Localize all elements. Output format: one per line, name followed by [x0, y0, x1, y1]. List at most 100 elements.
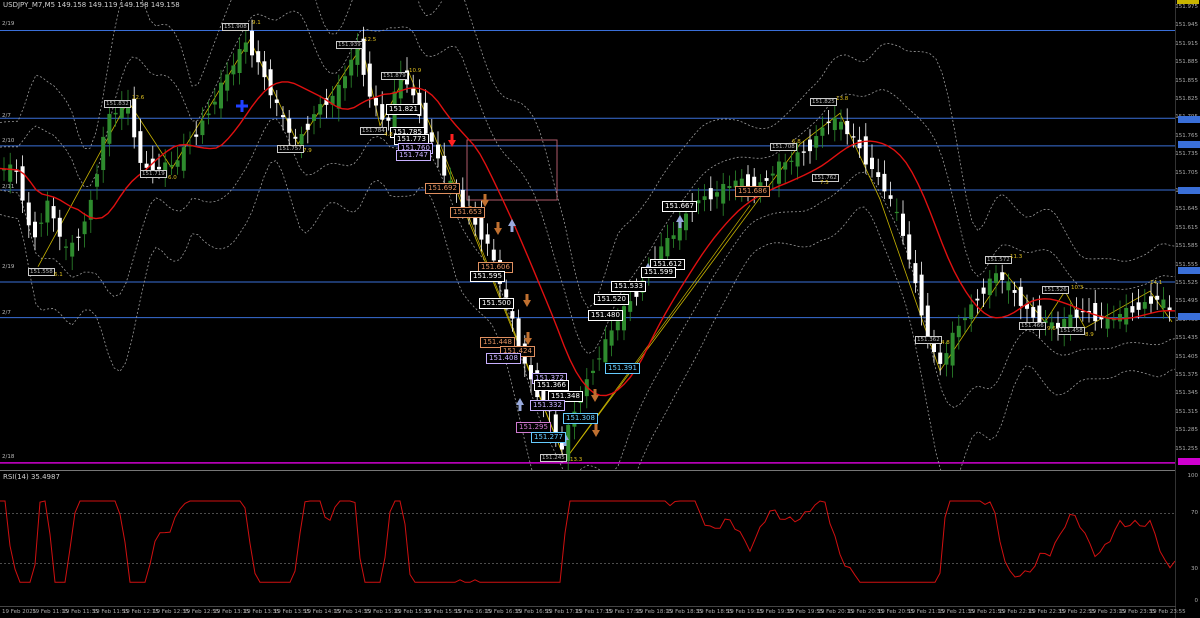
price-label: 151.667	[662, 201, 697, 212]
zigzag-label: 10.3	[1071, 285, 1084, 291]
price-label: 151.879	[381, 72, 408, 80]
candle-body	[671, 235, 676, 239]
price-tick-label: 151.885	[1175, 59, 1198, 66]
candle-body	[702, 196, 707, 200]
candle-body	[777, 161, 781, 184]
zigzag-label: 4.8	[941, 340, 950, 346]
candle-body	[938, 352, 943, 364]
price-label: 151.366	[534, 380, 569, 391]
candle-body	[510, 311, 515, 319]
price-tick-label: 151.375	[1175, 372, 1198, 378]
candle-body	[51, 206, 56, 219]
zigzag-label: 6.1	[54, 272, 63, 278]
price-label: 151.277	[531, 432, 566, 443]
candle-body	[597, 358, 602, 360]
candle-body	[256, 51, 261, 63]
candle-body	[1093, 303, 1098, 322]
candle-body	[684, 213, 688, 231]
candle-body	[789, 160, 794, 162]
candle-body	[956, 325, 961, 338]
candle-body	[1142, 302, 1147, 309]
candle-body	[39, 222, 44, 224]
candle-body	[907, 234, 912, 260]
zigzag-label: 12.6	[132, 95, 145, 101]
buy-cross-icon	[236, 100, 248, 112]
candle-body	[336, 84, 341, 109]
candle-body	[274, 99, 279, 103]
zigzag-label: 9.1	[252, 20, 261, 26]
candle-body	[770, 173, 775, 176]
time-tick-label: 19 Feb 23:55	[1149, 609, 1186, 615]
moving-average-line	[0, 81, 1176, 397]
zigzag-label: 7.5	[820, 180, 829, 186]
candle-body	[969, 304, 974, 320]
price-axis[interactable]: 151.975 151.945 151.915 151.885 151.855 151.8…	[1175, 0, 1200, 618]
candle-body	[194, 134, 199, 137]
price-label: 151.747	[396, 150, 431, 161]
candle-body	[26, 202, 31, 226]
candle-body	[491, 249, 496, 261]
price-label: 151.595	[470, 271, 505, 282]
candle-body	[963, 318, 967, 321]
price-label: 151.784	[360, 127, 387, 135]
price-label: 151.332	[530, 400, 565, 411]
candle-body	[764, 178, 769, 181]
candle-body	[845, 120, 850, 135]
candle-body	[436, 144, 440, 159]
candle-body	[994, 273, 998, 283]
candle-body	[913, 263, 918, 284]
candle-body	[504, 289, 509, 298]
candle-body	[57, 217, 62, 237]
candle-body	[231, 65, 236, 75]
bollinger-band-inner	[0, 10, 1176, 355]
price-label: 151.686	[735, 186, 770, 197]
candle-body	[876, 172, 881, 178]
candle-body	[386, 117, 391, 121]
candle-body	[1136, 302, 1141, 310]
candle-body	[634, 291, 639, 297]
candle-body	[138, 131, 143, 163]
candle-body	[925, 305, 930, 338]
rsi-chart[interactable]	[0, 471, 1176, 606]
level-date-label: 2/10	[2, 138, 15, 144]
candle-body	[262, 61, 267, 78]
candle-body	[1018, 286, 1023, 306]
sell-arrow-icon	[448, 134, 456, 147]
price-tick-label: 151.765	[1175, 132, 1198, 139]
price-label: 151.245	[540, 454, 567, 462]
candle-body	[1130, 306, 1135, 313]
price-label: 151.599	[641, 267, 676, 278]
candle-body	[795, 152, 800, 167]
zigzag-line	[37, 38, 1173, 461]
candle-body	[485, 234, 490, 244]
signal-arrow-icon	[508, 219, 516, 232]
candle-body	[1074, 309, 1079, 318]
candle-body	[987, 278, 992, 296]
candle-body	[882, 173, 887, 192]
zigzag-label: 9.6	[1047, 326, 1056, 332]
price-label: 151.653	[450, 207, 485, 218]
time-tick-label: 19 Feb 2025	[2, 609, 37, 615]
candle-body	[1000, 272, 1005, 280]
candle-body	[312, 114, 316, 121]
candle-body	[894, 211, 899, 214]
candle-body	[429, 132, 434, 142]
price-label: 151.939	[336, 41, 363, 49]
price-chart[interactable]: 2/19 2/7 2/10 2/11 2/19 2/7 2/18	[0, 0, 1176, 470]
rsi-tick-label: 100	[1187, 473, 1199, 479]
candle-body	[783, 162, 788, 170]
price-label: 151.520	[594, 294, 629, 305]
candle-body	[870, 157, 874, 170]
candle-body	[374, 97, 378, 106]
price-label: 151.908	[222, 23, 249, 31]
candle-body	[808, 139, 812, 152]
candle-body	[516, 318, 521, 348]
price-label: 151.692	[425, 183, 460, 194]
price-label: 151.558	[28, 268, 55, 276]
price-tick-label: 151.315	[1175, 408, 1198, 415]
price-label: 151.821	[386, 104, 421, 115]
candle-body	[95, 174, 99, 187]
price-tick-label: 151.945	[1175, 22, 1198, 29]
signal-arrow-icon	[524, 332, 532, 345]
candle-body	[1124, 307, 1129, 325]
